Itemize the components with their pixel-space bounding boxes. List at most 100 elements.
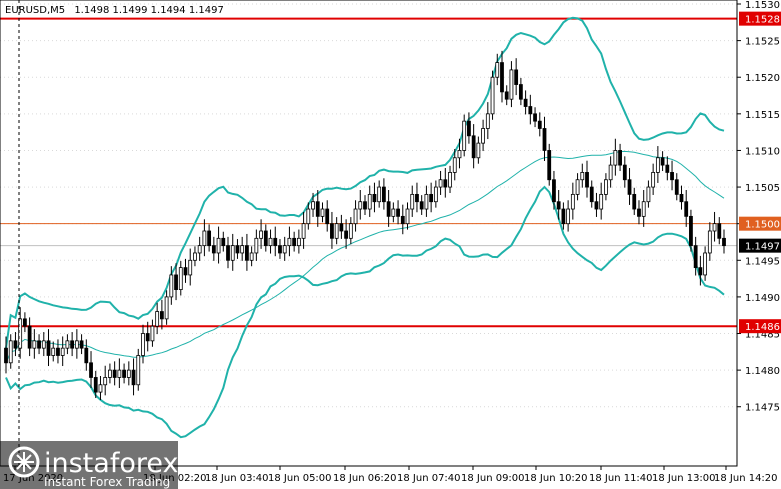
candle-body xyxy=(504,91,509,100)
level-price-label: 1.1486 xyxy=(745,322,780,333)
candle-body xyxy=(126,369,131,378)
candle-body xyxy=(627,179,632,195)
candle-body xyxy=(136,355,141,386)
candle-body xyxy=(254,237,259,254)
x-tick-label: 18 Jun 14:20 xyxy=(714,473,778,484)
candle-body xyxy=(660,157,665,166)
candle-body xyxy=(8,340,13,364)
candle-body xyxy=(46,340,51,356)
candle-body xyxy=(32,340,37,349)
level-price-label: 1.1500 xyxy=(745,220,780,231)
candle-body xyxy=(547,150,552,181)
candle-body xyxy=(240,245,245,254)
y-tick-label: 1.1475 xyxy=(745,403,780,414)
chart-header: EURUSD,M5 1.1498 1.1499 1.1494 1.1497 xyxy=(5,5,224,16)
x-tick-label: 18 Jun 07:40 xyxy=(397,473,461,484)
candle-body xyxy=(594,201,599,210)
candle-body xyxy=(108,369,112,378)
candle-body xyxy=(490,76,495,115)
current-price-label: 1.1497 xyxy=(745,242,780,253)
candle-body xyxy=(301,223,306,239)
candle-body xyxy=(117,369,122,378)
candle-body xyxy=(306,208,311,225)
candle-body xyxy=(467,120,471,137)
candle-body xyxy=(159,311,164,320)
x-tick-label: 18 Jun 10:20 xyxy=(524,473,588,484)
candle-body xyxy=(575,179,580,195)
candle-body xyxy=(155,311,160,327)
candle-body xyxy=(273,237,278,247)
candle-body xyxy=(330,223,334,239)
candle-body xyxy=(637,208,641,217)
candle-body xyxy=(188,259,193,276)
logo-tagline-text: Instant Forex Trading xyxy=(44,475,170,489)
candle-body xyxy=(448,172,452,188)
y-tick-label: 1.1505 xyxy=(745,183,780,194)
candle-body xyxy=(235,245,240,254)
candle-body xyxy=(245,245,249,261)
candle-body xyxy=(183,267,188,276)
candle-body xyxy=(641,201,646,217)
candle-body xyxy=(122,369,126,378)
candle-body xyxy=(537,120,542,129)
candle-body xyxy=(56,347,60,356)
candle-body xyxy=(164,296,169,320)
candle-body xyxy=(429,193,434,203)
candle-body xyxy=(570,193,575,210)
candle-body xyxy=(655,157,660,173)
candle-body xyxy=(202,230,207,247)
candle-body xyxy=(292,237,297,247)
candle-body xyxy=(41,340,46,349)
candle-body xyxy=(358,201,363,210)
candle-body xyxy=(169,274,174,298)
candle-body xyxy=(632,193,637,210)
candle-body xyxy=(344,230,349,239)
x-tick-label: 18 Jun 09:00 xyxy=(461,473,525,484)
candle-body xyxy=(287,237,292,247)
candle-body xyxy=(178,267,183,290)
y-tick-label: 1.1515 xyxy=(745,110,780,121)
candle-body xyxy=(693,245,698,269)
candle-body xyxy=(296,237,301,247)
candle-body xyxy=(259,230,263,239)
candle-body xyxy=(13,340,18,349)
ohlc-label: 1.1498 1.1499 1.1494 1.1497 xyxy=(74,5,224,16)
candle-body xyxy=(320,208,325,217)
candle-body xyxy=(145,333,150,342)
y-tick-label: 1.1530 xyxy=(745,0,780,11)
candle-body xyxy=(514,69,519,85)
candle-body xyxy=(89,362,93,378)
candle-body xyxy=(599,193,604,210)
candle-body xyxy=(722,237,726,247)
candle-body xyxy=(381,186,386,203)
candle-body xyxy=(419,201,424,210)
y-tick-label: 1.1490 xyxy=(745,293,780,304)
candle-body xyxy=(457,150,462,159)
candle-body xyxy=(131,369,136,386)
price-chart: 1.1530 1.1525 1.1520 1.1515 1.1510 1.1505 1.15… xyxy=(0,0,781,489)
candle-body xyxy=(670,172,674,181)
candle-body xyxy=(93,377,98,393)
candle-body xyxy=(79,340,84,349)
candle-body xyxy=(500,62,504,93)
y-tick-label: 1.1525 xyxy=(745,37,780,48)
candle-body xyxy=(518,84,523,100)
candle-body xyxy=(84,347,89,364)
candle-body xyxy=(476,142,481,159)
candle-body xyxy=(363,201,367,210)
instaforex-logo-icon xyxy=(8,446,40,478)
candle-body xyxy=(263,230,268,247)
candle-body xyxy=(523,98,528,107)
candle-body xyxy=(221,237,226,247)
candle-body xyxy=(112,369,117,378)
x-tick-label: 18 Jun 05:00 xyxy=(268,473,332,484)
candle-body xyxy=(339,223,344,232)
candle-body xyxy=(249,252,254,261)
candle-body xyxy=(613,150,618,166)
candle-body xyxy=(618,150,622,166)
candle-body xyxy=(211,245,216,254)
candle-body xyxy=(37,340,41,349)
level-price-label: 1.1528 xyxy=(745,15,780,26)
instaforex-logo: instaforex Instant Forex Trading xyxy=(0,441,178,489)
candle-body xyxy=(226,245,230,261)
